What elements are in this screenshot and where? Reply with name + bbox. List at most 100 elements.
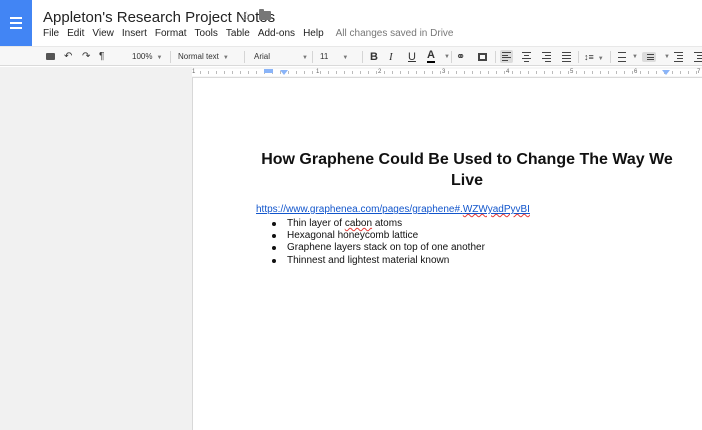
ruler-tick	[224, 71, 225, 74]
menu-insert[interactable]: Insert	[122, 28, 147, 39]
ruler-tick	[408, 71, 409, 74]
list-item: Thinnest and lightest material known	[272, 255, 485, 267]
ruler-tick	[488, 71, 489, 74]
chevron-down-icon[interactable]: ▼	[444, 50, 450, 64]
ruler-tick	[456, 71, 457, 74]
ruler-tick	[520, 71, 521, 74]
save-status[interactable]: All changes saved in Drive	[336, 28, 454, 39]
menu-format[interactable]: Format	[155, 28, 187, 39]
ruler-tick	[328, 71, 329, 74]
ruler-tick	[416, 71, 417, 74]
align-left-icon[interactable]	[500, 50, 513, 63]
ruler-tick	[592, 71, 593, 74]
menu-addons[interactable]: Add-ons	[258, 28, 295, 39]
comment-icon[interactable]	[478, 53, 487, 61]
ruler-tick	[432, 71, 433, 74]
list-item: Hexagonal honeycomb lattice	[272, 230, 485, 242]
ruler-number: 3	[442, 69, 446, 75]
font-size-select[interactable]: 11 ▼	[320, 50, 348, 64]
italic-button[interactable]: I	[389, 50, 393, 64]
ruler-tick	[552, 71, 553, 74]
chevron-down-icon[interactable]: ▼	[632, 50, 638, 64]
ruler-tick	[584, 71, 585, 74]
increase-indent-icon[interactable]	[694, 52, 702, 62]
font-select[interactable]: Arial ▼	[254, 50, 308, 64]
star-icon[interactable]: ☆	[240, 8, 253, 25]
link-icon[interactable]: ⚭	[456, 50, 465, 64]
ruler-tick	[576, 71, 577, 74]
ruler-tick	[320, 71, 321, 74]
ruler-number: 2	[378, 69, 382, 75]
menu-edit[interactable]: Edit	[67, 28, 84, 39]
zoom-value: 100%	[132, 52, 153, 61]
docs-logo-icon[interactable]	[0, 0, 32, 46]
paint-format-icon[interactable]: ¶	[99, 50, 104, 64]
first-line-indent-marker[interactable]	[264, 69, 273, 73]
ruler-tick	[544, 71, 545, 74]
ruler-tick	[200, 71, 201, 74]
ruler-tick	[360, 71, 361, 74]
align-right-icon[interactable]	[542, 52, 551, 62]
source-link[interactable]: https://www.graphenea.com/pages/graphene…	[256, 204, 530, 215]
ruler-tick	[672, 71, 673, 74]
ruler-tick	[560, 71, 561, 74]
style-value: Normal text	[178, 52, 219, 61]
chevron-down-icon: ▼	[597, 56, 604, 62]
ruler-tick	[240, 71, 241, 74]
redo-icon[interactable]: ↷	[82, 50, 90, 64]
menu-view[interactable]: View	[92, 28, 114, 39]
bullet-list: Thin layer of cabon atoms Hexagonal hone…	[272, 218, 485, 267]
link-text-prefix: https://www.graphenea.com/pages/graphene…	[256, 204, 463, 215]
left-indent-marker[interactable]	[280, 70, 288, 75]
toolbar-divider	[495, 51, 496, 63]
ruler-tick	[512, 71, 513, 74]
line-spacing-icon[interactable]: ↕≡ ▼	[584, 50, 604, 64]
align-justify-icon[interactable]	[562, 52, 571, 62]
ruler-tick	[208, 71, 209, 74]
print-icon[interactable]	[46, 53, 55, 60]
decrease-indent-icon[interactable]	[674, 52, 683, 62]
ruler-number: 6	[634, 69, 638, 75]
ruler-tick	[336, 71, 337, 74]
bulleted-list-icon[interactable]	[642, 52, 656, 62]
document-page[interactable]: How Graphene Could Be Used to Change The…	[192, 78, 702, 430]
text-color-button[interactable]: A	[427, 50, 435, 63]
header: Appleton's Research Project Notes ☆ File…	[0, 0, 702, 46]
ruler-tick	[256, 71, 257, 74]
right-indent-marker[interactable]	[662, 70, 670, 75]
chevron-down-icon[interactable]: ▼	[664, 50, 670, 64]
ruler-tick	[296, 71, 297, 74]
style-select[interactable]: Normal text ▼	[178, 50, 229, 64]
ruler-tick	[640, 71, 641, 74]
link-text-suffix: WZWyadPyvBI	[462, 204, 530, 215]
list-item-text: Graphene layers stack on top of one anot…	[287, 242, 485, 254]
menu-file[interactable]: File	[43, 28, 59, 39]
zoom-select[interactable]: 100% ▼	[132, 50, 162, 64]
ruler-tick	[384, 71, 385, 74]
menu-help[interactable]: Help	[303, 28, 324, 39]
chevron-down-icon: ▼	[156, 55, 163, 61]
ruler-tick	[632, 71, 633, 74]
list-item: Graphene layers stack on top of one anot…	[272, 242, 485, 254]
ruler-tick	[392, 71, 393, 74]
undo-icon[interactable]: ↶	[64, 50, 72, 64]
ruler-number: 4	[506, 69, 510, 75]
font-value: Arial	[254, 52, 271, 61]
menu-tools[interactable]: Tools	[195, 28, 218, 39]
ruler-tick	[424, 71, 425, 74]
align-center-icon[interactable]	[522, 52, 531, 62]
toolbar-divider	[312, 51, 313, 63]
ruler-tick	[608, 71, 609, 74]
list-item: Thin layer of cabon atoms	[272, 218, 485, 230]
folder-icon[interactable]	[259, 9, 271, 20]
bold-button[interactable]: B	[370, 50, 378, 64]
ruler-tick	[624, 71, 625, 74]
underline-button[interactable]: U	[408, 50, 416, 64]
ruler-number: 7	[697, 69, 701, 75]
chevron-down-icon: ▼	[302, 55, 308, 61]
misspelled-word[interactable]: cabon	[345, 218, 372, 229]
list-item-text: atoms	[372, 218, 403, 229]
numbered-list-icon[interactable]	[615, 52, 626, 62]
menu-table[interactable]: Table	[226, 28, 250, 39]
ruler[interactable]: 1 1 2 3 4 5 6 7	[192, 67, 702, 78]
